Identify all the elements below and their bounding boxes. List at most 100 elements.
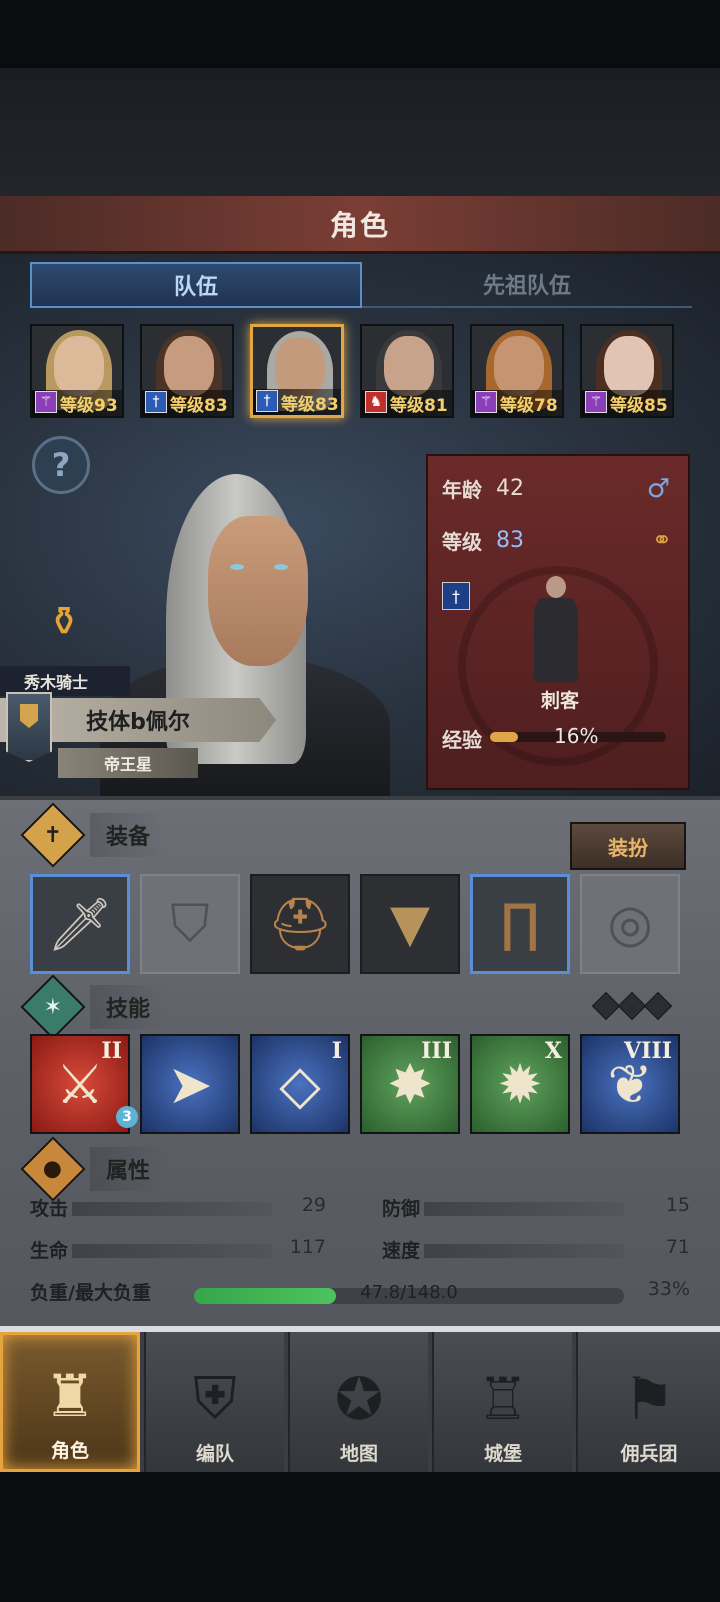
skills-title: 技能 bbox=[90, 985, 167, 1029]
sword-icon: 🗡 bbox=[46, 894, 113, 955]
age-value: 42 bbox=[496, 476, 524, 501]
crystal-skill-icon: ◇ bbox=[279, 1052, 321, 1116]
class-name: 刺客 bbox=[540, 690, 579, 712]
skill-points bbox=[591, 991, 673, 1021]
nav-character[interactable]: ♜ 角色 bbox=[0, 1332, 140, 1472]
portrait-face bbox=[275, 337, 325, 397]
load-bar: 47.8/148.0 bbox=[194, 1282, 624, 1304]
bottom-backdrop bbox=[0, 1472, 720, 1602]
level-row: 等级 83 bbox=[442, 526, 524, 555]
equipment-title: 装备 bbox=[90, 813, 167, 857]
roster: 等级93 ⚚ 等级83 † 等级83 † 等级81 ♞ 等级78 ⚚ 等级85 … bbox=[30, 324, 690, 418]
exp-percent: 16% bbox=[554, 724, 599, 748]
castle-icon: ♖ bbox=[477, 1365, 529, 1433]
stat-load-label: 负重/最大负重 bbox=[30, 1282, 151, 1304]
weapon-slot[interactable]: 🗡 bbox=[30, 874, 130, 974]
body-slot[interactable]: ▼ bbox=[360, 874, 460, 974]
stat-speed-label: 速度 bbox=[382, 1240, 421, 1262]
legs-slot[interactable]: ∏ bbox=[470, 874, 570, 974]
page-title: 角色 bbox=[329, 208, 390, 242]
roster-portrait-3[interactable]: 等级83 † bbox=[250, 324, 344, 418]
stat-defense: 防御 15 bbox=[382, 1194, 690, 1222]
equipment-slots: 🗡 ⛉ ⛑ ▼ ∏ ◎ bbox=[30, 874, 690, 974]
skill-dash[interactable]: ➤ bbox=[140, 1034, 240, 1134]
knight-icon: ♜ bbox=[44, 1362, 96, 1430]
status-bar bbox=[0, 0, 720, 68]
potion-icon[interactable]: ⚱ bbox=[36, 594, 92, 650]
skill-rank: X bbox=[544, 1038, 562, 1064]
age-row: 年龄 42 bbox=[442, 474, 524, 503]
skill-crystal[interactable]: ◇ I bbox=[250, 1034, 350, 1134]
stat-hp-value: 117 bbox=[289, 1236, 326, 1258]
skill-charge-badge: 3 bbox=[116, 1106, 138, 1128]
person-icon: ● bbox=[20, 1136, 86, 1202]
boots-icon: ∏ bbox=[500, 894, 540, 954]
nav-label: 地图 bbox=[339, 1443, 378, 1465]
skill-rank: VIII bbox=[624, 1038, 672, 1064]
stat-defense-label: 防御 bbox=[382, 1198, 421, 1220]
skill-rank: III bbox=[421, 1038, 452, 1064]
nav-label: 城堡 bbox=[483, 1443, 522, 1465]
nav-label: 角色 bbox=[50, 1440, 89, 1462]
character-scene: 队伍 先祖队伍 等级93 ⚚ 等级83 † 等级83 † 等级81 ♞ 等级78… bbox=[0, 254, 720, 796]
roster-portrait-5[interactable]: 等级78 ⚚ bbox=[470, 324, 564, 418]
nav-mercenary[interactable]: ⚑ 佣兵团 bbox=[576, 1332, 720, 1472]
skill-burst[interactable]: ✸ III bbox=[360, 1034, 460, 1134]
hero-eye bbox=[274, 564, 288, 570]
portrait-face bbox=[164, 336, 214, 396]
level-label: 等级 bbox=[442, 530, 482, 554]
level-value: 83 bbox=[496, 528, 524, 553]
nav-label: 编队 bbox=[195, 1443, 234, 1465]
figure-body bbox=[534, 598, 578, 682]
portrait-face bbox=[384, 336, 434, 396]
rings-icon[interactable]: ⚭ bbox=[652, 526, 672, 554]
ring-slot[interactable]: ◎ bbox=[580, 874, 680, 974]
skill-explosion[interactable]: ✹ X bbox=[470, 1034, 570, 1134]
staff-icon: ⚚ bbox=[475, 391, 497, 413]
skill-slash[interactable]: ⚔ II 3 bbox=[30, 1034, 138, 1134]
bottom-nav: ♜ 角色 ⛨ 编队 ✪ 地图 ♖ 城堡 ⚑ 佣兵团 bbox=[0, 1326, 720, 1472]
dagger-icon: † bbox=[145, 391, 167, 413]
exp-label: 经验 bbox=[442, 728, 482, 752]
ring-icon: ◎ bbox=[607, 894, 653, 954]
stat-hp: 生命 117 bbox=[30, 1236, 326, 1264]
nav-castle[interactable]: ♖ 城堡 bbox=[432, 1332, 572, 1472]
portrait-face bbox=[604, 336, 654, 396]
skill-rank: II bbox=[101, 1038, 122, 1064]
dash-skill-icon: ➤ bbox=[167, 1052, 213, 1116]
skills-header: ✶ 技能 bbox=[20, 974, 630, 1040]
help-icon[interactable]: ? bbox=[32, 436, 90, 494]
hero-title: 帝王星 bbox=[58, 748, 198, 778]
offhand-slot[interactable]: ⛉ bbox=[140, 874, 240, 974]
roster-portrait-1[interactable]: 等级93 ⚚ bbox=[30, 324, 124, 418]
stat-attack-value: 29 bbox=[301, 1194, 326, 1216]
roster-portrait-2[interactable]: 等级83 † bbox=[140, 324, 234, 418]
skill-wing[interactable]: ❦ VIII bbox=[580, 1034, 680, 1134]
hero-rank: 秀木骑士 bbox=[0, 666, 130, 696]
head-slot[interactable]: ⛑ bbox=[250, 874, 350, 974]
attributes-header: ● 属性 bbox=[20, 1136, 630, 1202]
mercenary-icon: ⚑ bbox=[623, 1365, 675, 1433]
equipment-header: ✝ 装备 bbox=[20, 802, 630, 868]
detail-panel: ✝ 装备 装扮 🗡 ⛉ ⛑ ▼ ∏ ◎ ✶ 技能 ⚔ II 3 ➤ ◇ I ✸ … bbox=[0, 796, 720, 1326]
portrait-face bbox=[54, 336, 104, 396]
tab-team[interactable]: 队伍 bbox=[30, 262, 362, 308]
roster-portrait-6[interactable]: 等级85 ⚚ bbox=[580, 324, 674, 418]
shield-icon: ⛉ bbox=[170, 893, 210, 954]
helmet-group-icon: ⛨ bbox=[193, 1364, 237, 1432]
hero-info-panel: 年龄 42 ♂ 等级 83 ⚭ † 刺客 经验 16% bbox=[426, 454, 690, 790]
nav-formation[interactable]: ⛨ 编队 bbox=[144, 1332, 284, 1472]
tab-ancestor-team[interactable]: 先祖队伍 bbox=[362, 262, 692, 308]
armor-icon: ▼ bbox=[390, 894, 430, 954]
slash-skill-icon: ⚔ bbox=[55, 1052, 105, 1116]
top-backdrop bbox=[0, 68, 720, 196]
explosion-skill-icon: ✹ bbox=[497, 1052, 543, 1116]
roster-portrait-4[interactable]: 等级81 ♞ bbox=[360, 324, 454, 418]
stat-defense-value: 15 bbox=[665, 1194, 690, 1216]
heraldry-shield-icon[interactable] bbox=[6, 692, 52, 762]
hero-face bbox=[208, 516, 308, 666]
dress-up-button[interactable]: 装扮 bbox=[570, 822, 686, 870]
helmet-icon: ⛑ bbox=[266, 894, 333, 955]
nav-map[interactable]: ✪ 地图 bbox=[288, 1332, 428, 1472]
portrait-face bbox=[494, 336, 544, 396]
